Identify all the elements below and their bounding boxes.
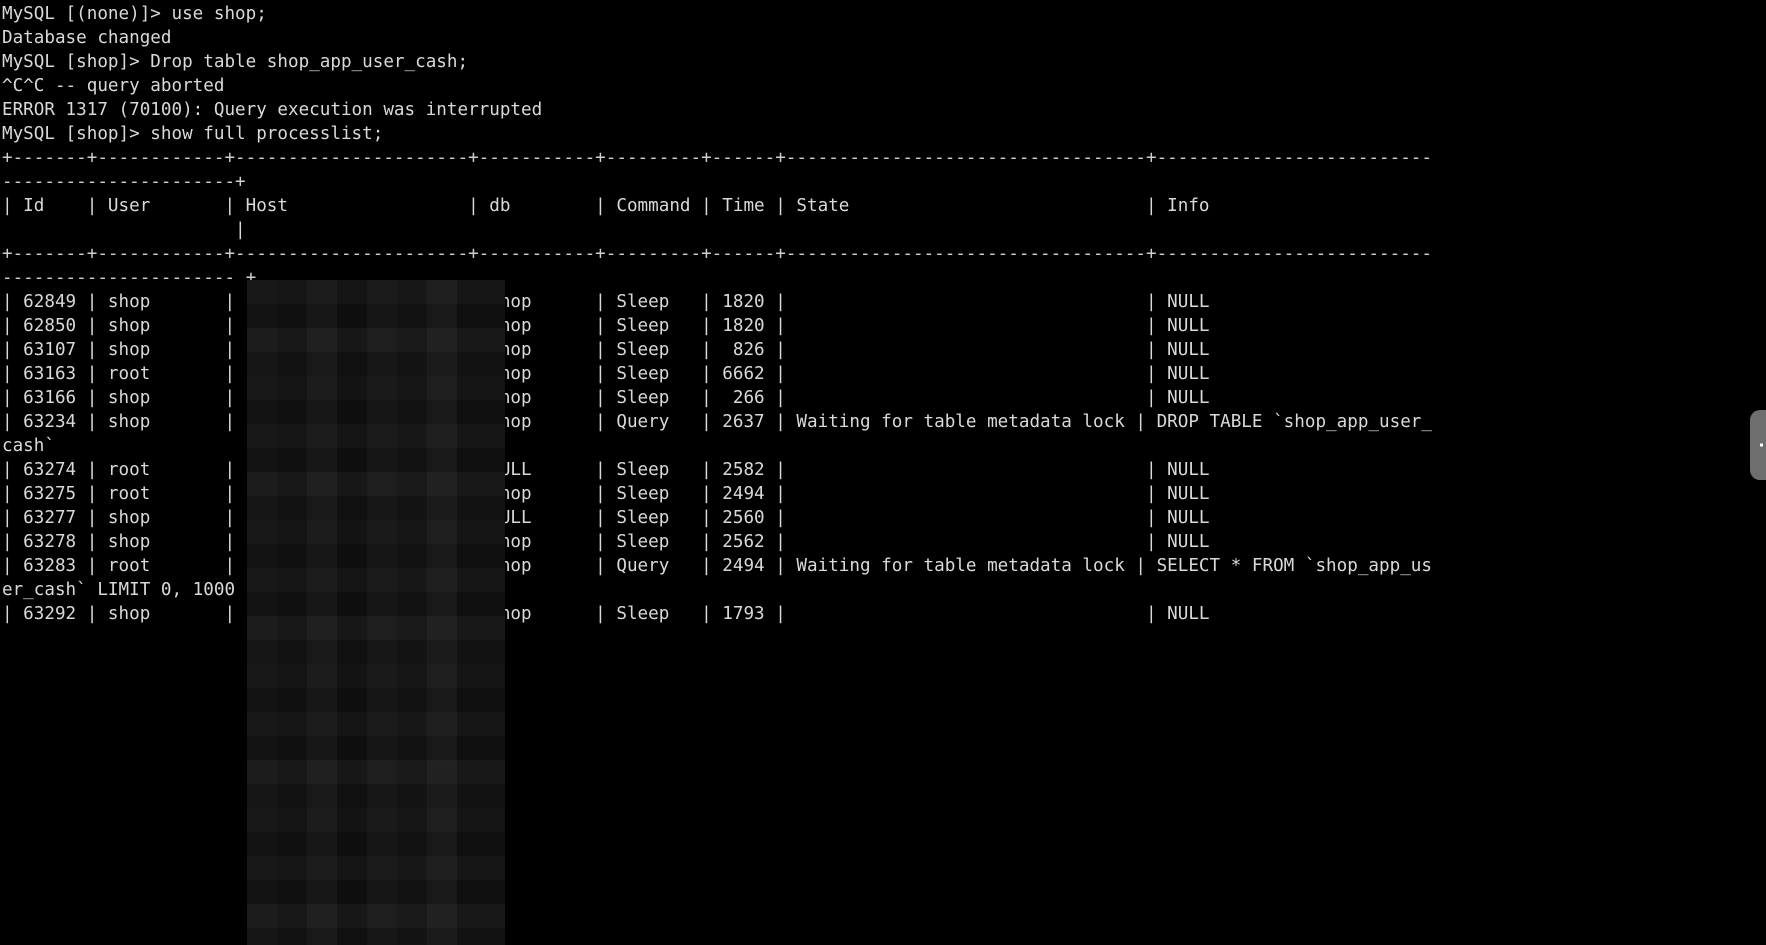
table-header-row-wrap: | (2, 220, 246, 240)
terminal-line-drop-table: MySQL [shop]> Drop table shop_app_user_c… (2, 52, 469, 72)
text-cursor (2, 921, 13, 941)
table-row: | 63274 | root | | NULL | Sleep | 2582 |… (2, 460, 1210, 480)
table-separator-header-wrap: ---------------------- + (2, 268, 257, 288)
table-row: | 63163 | root | | shop | Sleep | 6662 |… (2, 364, 1210, 384)
table-row-wrap: cash` (2, 436, 55, 456)
table-separator-top-wrap: ----------------------+ (2, 172, 246, 192)
terminal-line-error-1317: ERROR 1317 (70100): Query execution was … (2, 100, 543, 120)
table-header-row: | Id | User | Host | db | Command | Time… (2, 196, 1210, 216)
table-row: | 63234 | shop | | shop | Query | 2637 |… (2, 412, 1432, 432)
terminal-line-show-processlist: MySQL [shop]> show full processlist; (2, 124, 384, 144)
terminal-window[interactable]: MySQL [(none)]> use shop; Database chang… (0, 0, 1766, 945)
terminal-line-database-changed: Database changed (2, 28, 172, 48)
table-row: | 62850 | shop | | shop | Sleep | 1820 |… (2, 316, 1210, 336)
vertical-scrollbar[interactable] (1750, 410, 1766, 480)
table-row: | 63107 | shop | | shop | Sleep | 826 | … (2, 340, 1210, 360)
table-row: | 63166 | shop | | shop | Sleep | 266 | … (2, 388, 1210, 408)
table-separator-header: +-------+------------+------------------… (2, 244, 1432, 264)
terminal-line-query-aborted: ^C^C -- query aborted (2, 76, 225, 96)
terminal-line-use-shop: MySQL [(none)]> use shop; (2, 4, 267, 24)
table-row: | 63278 | shop | | shop | Sleep | 2562 |… (2, 532, 1210, 552)
table-separator-top: +-------+------------+------------------… (2, 148, 1432, 168)
table-row: | 63292 | shop | | shop | Sleep | 1793 |… (2, 604, 1210, 624)
table-row-wrap: er_cash` LIMIT 0, 1000 | (2, 580, 257, 600)
table-row: | 63275 | root | | shop | Sleep | 2494 |… (2, 484, 1210, 504)
table-row: | 63283 | root | | shop | Query | 2494 |… (2, 556, 1432, 576)
table-row: | 63277 | shop | | NULL | Sleep | 2560 |… (2, 508, 1210, 528)
table-row: | 62849 | shop | | shop | Sleep | 1820 |… (2, 292, 1210, 312)
scrollbar-thumb-nub (1760, 443, 1763, 447)
